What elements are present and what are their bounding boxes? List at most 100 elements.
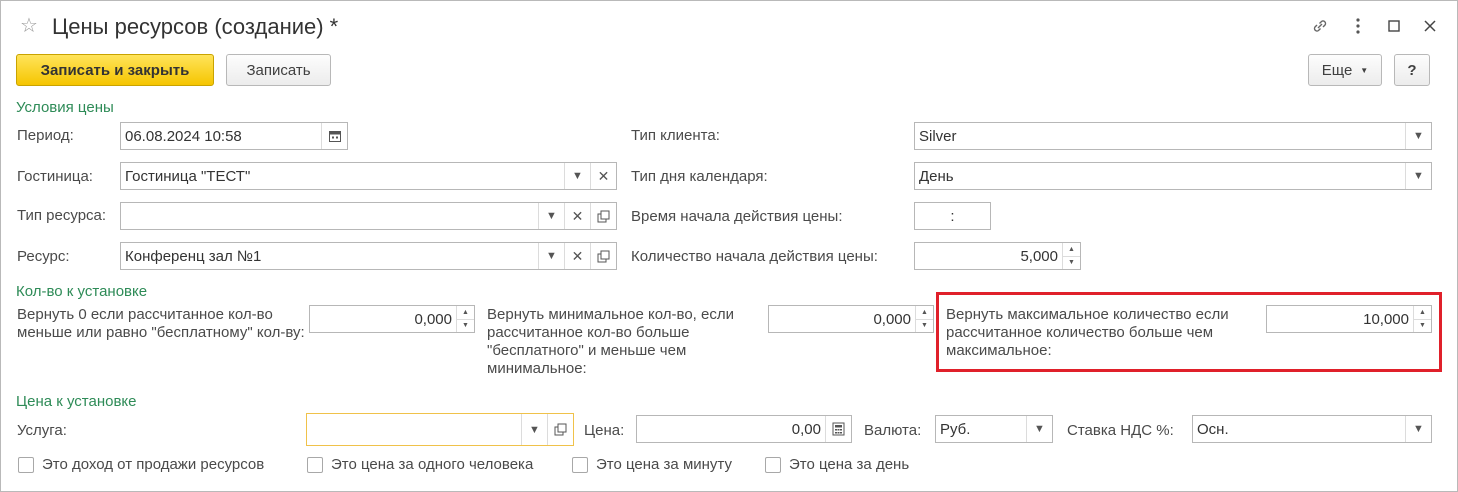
- dropdown-arrow-icon[interactable]: ▼: [1026, 416, 1052, 442]
- return-max-value[interactable]: 10,000: [1267, 306, 1413, 332]
- currency-value[interactable]: Руб.: [936, 416, 1026, 442]
- return-zero-field[interactable]: 0,000 ▲ ▼: [309, 305, 475, 333]
- price-label: Цена:: [584, 422, 625, 439]
- section-title-price-conditions: Условия цены: [16, 99, 114, 116]
- hotel-label: Гостиница:: [17, 168, 93, 185]
- start-time-label: Время начала действия цены:: [631, 208, 843, 225]
- start-time-field[interactable]: :: [914, 202, 991, 230]
- day-type-label: Тип дня календаря:: [631, 168, 768, 185]
- stepper[interactable]: ▲ ▼: [1413, 306, 1431, 332]
- start-time-value[interactable]: :: [915, 203, 990, 229]
- stepper-down-icon[interactable]: ▼: [457, 318, 474, 333]
- return-max-field[interactable]: 10,000 ▲ ▼: [1266, 305, 1432, 333]
- stepper-up-icon[interactable]: ▲: [916, 306, 933, 319]
- stepper-up-icon[interactable]: ▲: [1063, 243, 1080, 256]
- start-qty-label: Количество начала действия цены:: [631, 248, 878, 265]
- price-field[interactable]: 0,00: [636, 415, 852, 443]
- vat-field[interactable]: Осн. ▼: [1192, 415, 1432, 443]
- stepper-down-icon[interactable]: ▼: [916, 318, 933, 333]
- vat-value[interactable]: Осн.: [1193, 416, 1405, 442]
- more-button[interactable]: Еще ▼: [1308, 54, 1382, 86]
- dropdown-arrow-icon[interactable]: ▼: [1405, 416, 1431, 442]
- checkbox-label: Это цена за одного человека: [331, 456, 534, 473]
- checkbox-per-person[interactable]: Это цена за одного человека: [307, 456, 533, 473]
- service-value[interactable]: [307, 414, 521, 445]
- section-title-price: Цена к установке: [16, 393, 137, 410]
- period-field[interactable]: 06.08.2024 10:58: [120, 122, 348, 150]
- close-icon[interactable]: [1420, 16, 1440, 36]
- stepper[interactable]: ▲ ▼: [1062, 243, 1080, 269]
- save-button[interactable]: Записать: [226, 54, 331, 86]
- day-type-value[interactable]: День: [915, 163, 1405, 189]
- client-type-label: Тип клиента:: [631, 127, 720, 144]
- hotel-value[interactable]: Гостиница "ТЕСТ": [121, 163, 564, 189]
- section-title-quantity: Кол-во к установке: [16, 283, 148, 300]
- currency-field[interactable]: Руб. ▼: [935, 415, 1053, 443]
- checkbox-label: Это цена за минуту: [596, 456, 732, 473]
- checkbox-box[interactable]: [765, 456, 781, 473]
- start-qty-value[interactable]: 5,000: [915, 243, 1062, 269]
- calculator-icon[interactable]: [825, 416, 851, 442]
- dropdown-arrow-icon[interactable]: ▼: [1405, 163, 1431, 189]
- dropdown-arrow-icon[interactable]: ▼: [521, 414, 547, 445]
- period-label: Период:: [17, 127, 74, 144]
- checkbox-per-day[interactable]: Это цена за день: [765, 456, 909, 473]
- client-type-value[interactable]: Silver: [915, 123, 1405, 149]
- more-button-label: Еще: [1321, 61, 1353, 79]
- checkbox-label: Это доход от продажи ресурсов: [42, 456, 265, 473]
- checkbox-label: Это цена за день: [789, 456, 910, 473]
- open-form-icon[interactable]: [547, 414, 573, 445]
- more-actions-icon[interactable]: [1348, 16, 1368, 36]
- dropdown-arrow-icon[interactable]: ▼: [564, 163, 590, 189]
- resource-value[interactable]: Конференц зал №1: [121, 243, 538, 269]
- return-min-value[interactable]: 0,000: [769, 306, 915, 332]
- currency-label: Валюта:: [864, 422, 922, 439]
- checkbox-per-minute[interactable]: Это цена за минуту: [572, 456, 732, 473]
- stepper[interactable]: ▲ ▼: [915, 306, 933, 332]
- resource-type-label: Тип ресурса:: [17, 207, 107, 224]
- resource-field[interactable]: Конференц зал №1 ▼ ✕: [120, 242, 617, 270]
- return-zero-value[interactable]: 0,000: [310, 306, 456, 332]
- checkbox-box[interactable]: [572, 456, 588, 473]
- stepper-up-icon[interactable]: ▲: [457, 306, 474, 319]
- price-value[interactable]: 0,00: [637, 416, 825, 442]
- resource-type-field[interactable]: ▼ ✕: [120, 202, 617, 230]
- hotel-field[interactable]: Гостиница "ТЕСТ" ▼ ✕: [120, 162, 617, 190]
- resource-label: Ресурс:: [17, 248, 70, 265]
- period-value[interactable]: 06.08.2024 10:58: [121, 123, 321, 149]
- checkbox-box[interactable]: [307, 456, 323, 473]
- vat-label: Ставка НДС %:: [1067, 422, 1174, 439]
- calendar-icon[interactable]: [321, 123, 347, 149]
- checkbox-resource-income[interactable]: Это доход от продажи ресурсов: [18, 456, 264, 473]
- window-title: Цены ресурсов (создание) *: [52, 14, 339, 39]
- stepper[interactable]: ▲ ▼: [456, 306, 474, 332]
- start-qty-field[interactable]: 5,000 ▲ ▼: [914, 242, 1081, 270]
- dropdown-arrow-icon[interactable]: ▼: [1405, 123, 1431, 149]
- stepper-down-icon[interactable]: ▼: [1063, 255, 1080, 270]
- return-min-label: Вернуть минимальное кол-во, если рассчит…: [487, 306, 734, 377]
- clear-icon[interactable]: ✕: [590, 163, 616, 189]
- service-field[interactable]: ▼: [306, 413, 574, 446]
- open-form-icon[interactable]: [590, 243, 616, 269]
- open-form-icon[interactable]: [590, 203, 616, 229]
- checkbox-box[interactable]: [18, 456, 34, 473]
- return-min-field[interactable]: 0,000 ▲ ▼: [768, 305, 934, 333]
- client-type-field[interactable]: Silver ▼: [914, 122, 1432, 150]
- return-max-label: Вернуть максимальное количество если рас…: [946, 306, 1229, 359]
- resource-type-value[interactable]: [121, 203, 538, 229]
- clear-icon[interactable]: ✕: [564, 243, 590, 269]
- stepper-up-icon[interactable]: ▲: [1414, 306, 1431, 319]
- dropdown-arrow-icon[interactable]: ▼: [538, 243, 564, 269]
- link-icon[interactable]: [1310, 16, 1330, 36]
- clear-icon[interactable]: ✕: [564, 203, 590, 229]
- day-type-field[interactable]: День ▼: [914, 162, 1432, 190]
- favorite-star-icon[interactable]: ☆: [20, 16, 38, 36]
- maximize-icon[interactable]: [1384, 16, 1404, 36]
- help-button[interactable]: ?: [1394, 54, 1430, 86]
- return-zero-label: Вернуть 0 если рассчитанное кол-во меньш…: [17, 306, 305, 341]
- save-and-close-button[interactable]: Записать и закрыть: [16, 54, 214, 86]
- service-label: Услуга:: [17, 422, 67, 439]
- stepper-down-icon[interactable]: ▼: [1414, 318, 1431, 333]
- chevron-down-icon: ▼: [1360, 65, 1369, 75]
- dropdown-arrow-icon[interactable]: ▼: [538, 203, 564, 229]
